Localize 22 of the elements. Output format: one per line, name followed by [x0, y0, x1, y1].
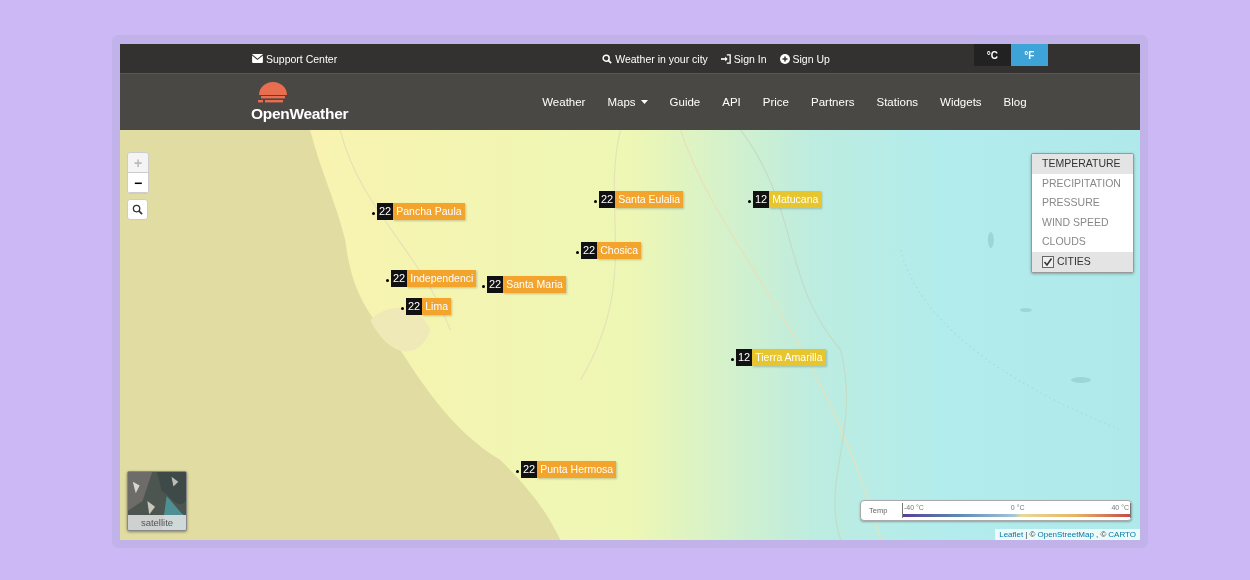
- nav-link[interactable]: Weather: [542, 96, 586, 108]
- nav-link[interactable]: Maps: [607, 96, 648, 108]
- nav-link[interactable]: Stations: [876, 96, 919, 108]
- search-icon: [602, 53, 613, 64]
- envelope-icon: [252, 54, 263, 63]
- sun-logo-icon: [256, 81, 290, 105]
- unit-toggle[interactable]: °F: [1010, 44, 1048, 66]
- nav-link[interactable]: Price: [762, 96, 789, 108]
- nav-link[interactable]: Partners: [811, 96, 855, 108]
- nav-link[interactable]: API: [722, 96, 741, 108]
- caret-icon: [640, 100, 648, 104]
- plus-circle-icon: [779, 53, 790, 64]
- weather-search-link[interactable]: Weather in your city: [602, 52, 708, 65]
- nav-link[interactable]: Widgets: [940, 96, 982, 108]
- sign-up-link[interactable]: Sign Up: [779, 52, 830, 65]
- support-center-link[interactable]: Support Center: [252, 52, 338, 65]
- nav-link[interactable]: Blog: [1003, 96, 1027, 108]
- sign-in-link[interactable]: Sign In: [720, 52, 767, 65]
- logo-text[interactable]: OpenWeather: [251, 105, 349, 123]
- unit-toggle[interactable]: °C: [973, 44, 1011, 66]
- nav-link[interactable]: Guide: [669, 96, 701, 108]
- sign-in-icon: [720, 53, 731, 64]
